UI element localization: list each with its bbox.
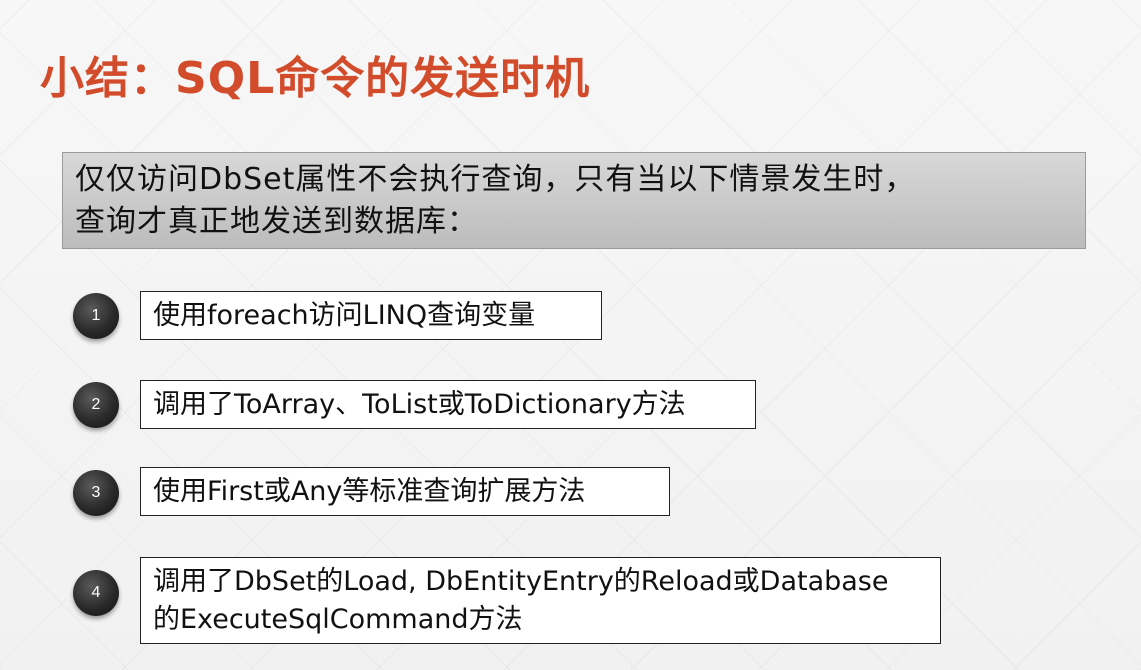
slide-title: 小结：SQL命令的发送时机 [40,53,591,104]
bullet-number-3: 3 [73,470,119,516]
bullet-number-4: 4 [73,570,119,616]
list-item-1-text: 使用foreach访问LINQ查询变量 [153,300,536,331]
list-item-4-line-2: 的ExecuteSqlCommand方法 [153,604,523,635]
list-item-4: 调用了DbSet的Load, DbEntityEntry的Reload或Data… [140,557,941,644]
bullet-number-1: 1 [73,293,119,339]
list-item-4-line-1: 调用了DbSet的Load, DbEntityEntry的Reload或Data… [153,566,889,597]
intro-line-1: 仅仅访问DbSet属性不会执行查询，只有当以下情景发生时， [75,162,916,197]
list-item-3: 使用First或Any等标准查询扩展方法 [140,467,670,516]
list-item-3-text: 使用First或Any等标准查询扩展方法 [153,476,586,507]
bullet-number-2: 2 [73,382,119,428]
list-item-2: 调用了ToArray、ToList或ToDictionary方法 [140,380,756,429]
intro-line-2: 查询才真正地发送到数据库： [75,204,478,239]
list-item-2-text: 调用了ToArray、ToList或ToDictionary方法 [153,389,686,420]
intro-box: 仅仅访问DbSet属性不会执行查询，只有当以下情景发生时， 查询才真正地发送到数… [62,152,1086,249]
list-item-1: 使用foreach访问LINQ查询变量 [140,291,602,340]
